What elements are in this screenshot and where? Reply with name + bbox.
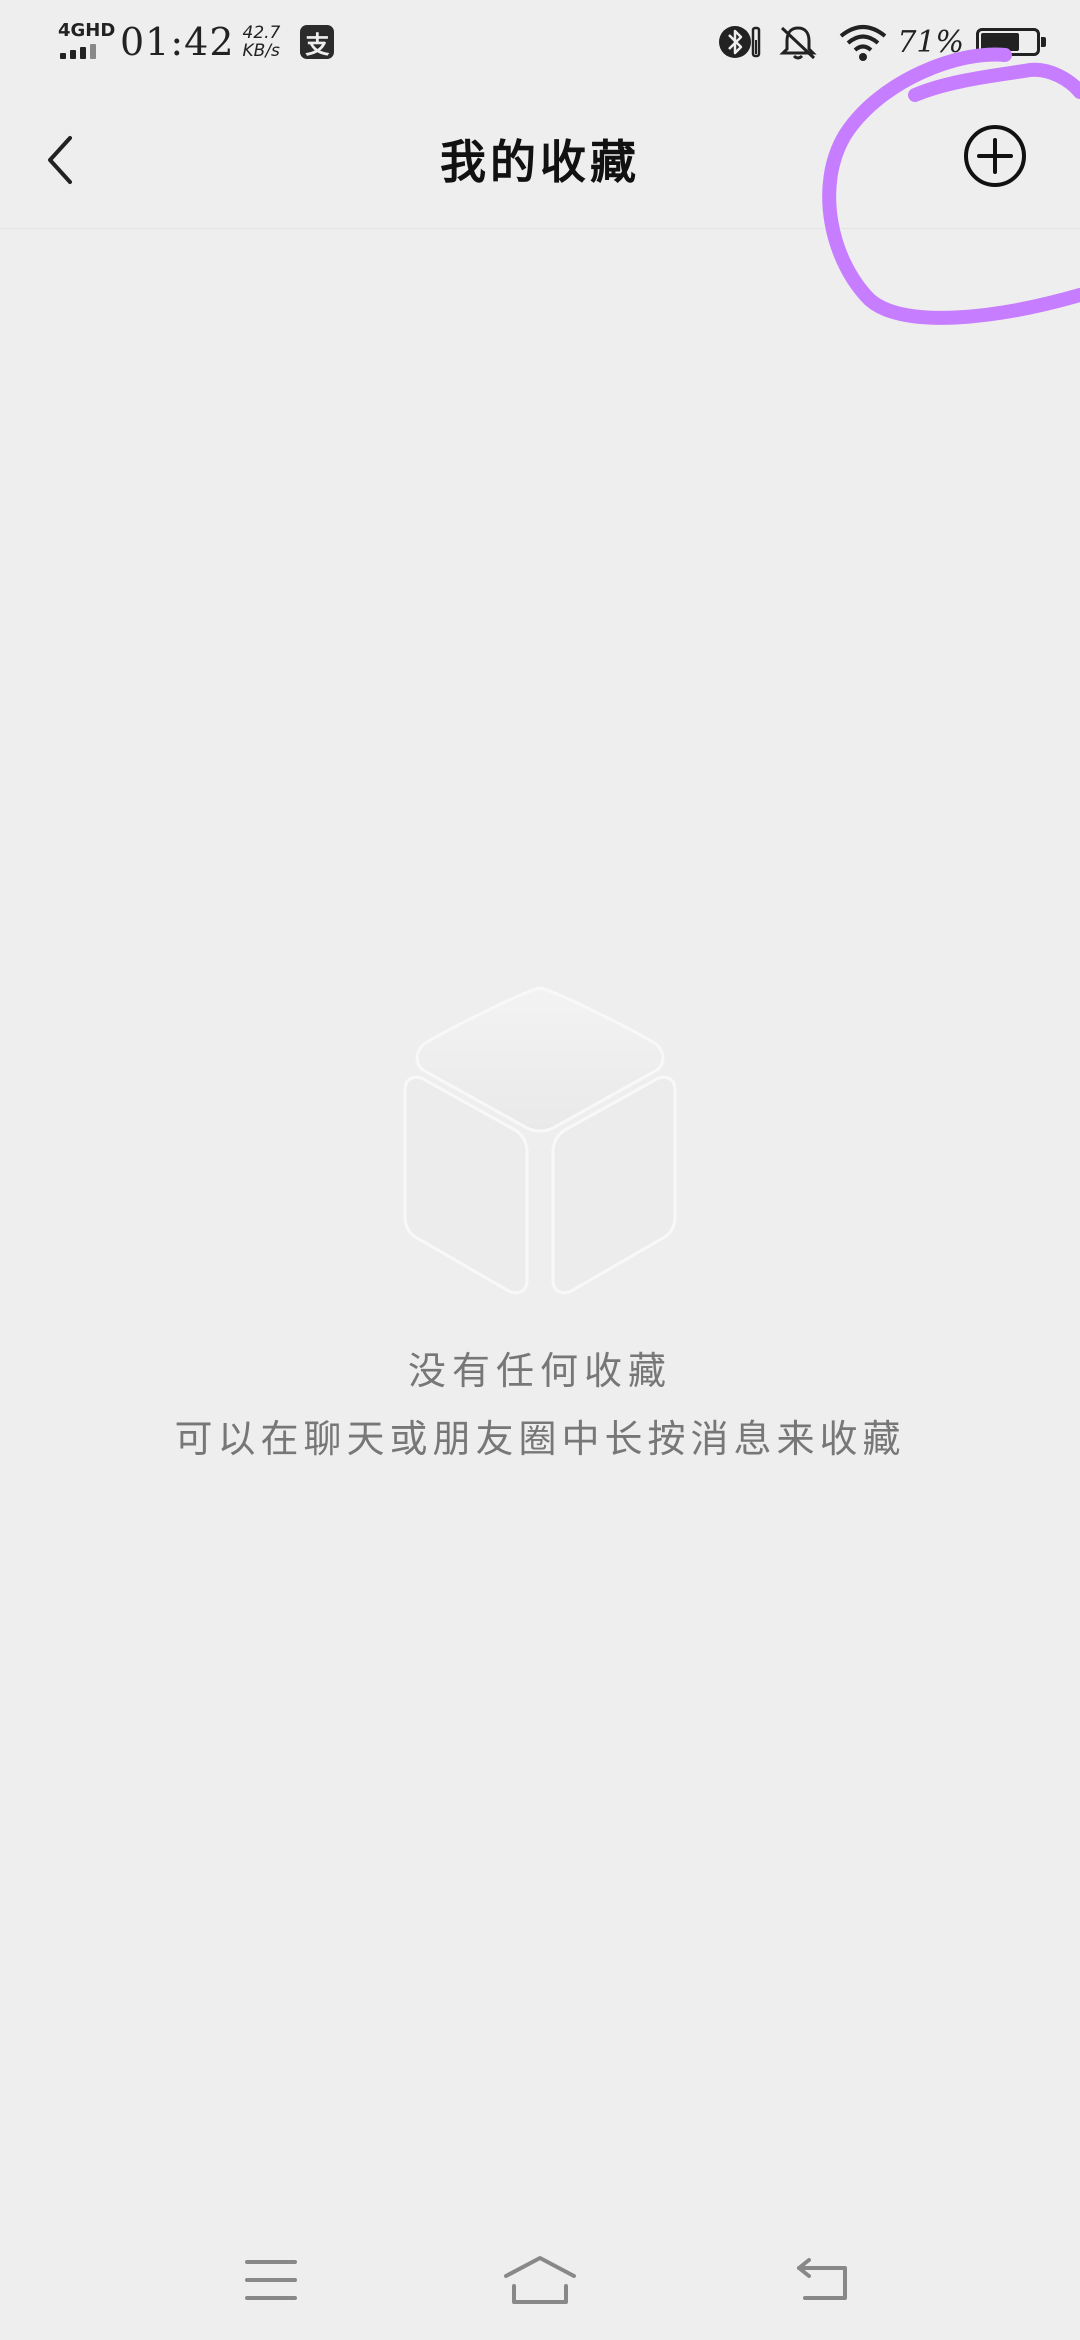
- network-speed: 42.7 KB/s: [243, 24, 281, 60]
- home-icon: [504, 2256, 576, 2304]
- silent-bell-icon: [779, 26, 817, 60]
- bluetooth-icon: [719, 26, 761, 58]
- empty-title: 没有任何收藏: [407, 1349, 672, 1393]
- status-right: 71%: [717, 14, 1046, 70]
- box-icon: [403, 986, 677, 1295]
- status-left: 4GHD 01:42 42.7 KB/s 支: [58, 14, 335, 70]
- battery-percent: 71%: [897, 24, 964, 60]
- alipay-icon: 支: [300, 25, 335, 59]
- back-nav-button[interactable]: [783, 2250, 863, 2310]
- empty-hint: 可以在聊天或朋友圈中长按消息来收藏: [174, 1417, 906, 1461]
- status-time: 01:42: [120, 20, 235, 64]
- status-bar: 4GHD 01:42 42.7 KB/s 支 71%: [0, 0, 1080, 84]
- network-type: 4GHD: [58, 20, 116, 41]
- speed-value: 42.7: [242, 23, 281, 43]
- battery-icon: [976, 28, 1046, 56]
- speed-unit: KB/s: [242, 41, 280, 61]
- page-title: 我的收藏: [440, 135, 640, 189]
- wifi-icon: [840, 25, 887, 61]
- home-button[interactable]: [500, 2250, 580, 2310]
- back-icon: [797, 2258, 847, 2300]
- menu-button[interactable]: [231, 2250, 311, 2310]
- battery-fill: [981, 33, 1019, 51]
- header-bar: 我的收藏: [0, 84, 1080, 229]
- system-nav-bar: [0, 2220, 1080, 2340]
- menu-icon: [245, 2260, 297, 2300]
- signal-icon: [60, 44, 96, 59]
- plus-circle-icon[interactable]: [962, 123, 1028, 189]
